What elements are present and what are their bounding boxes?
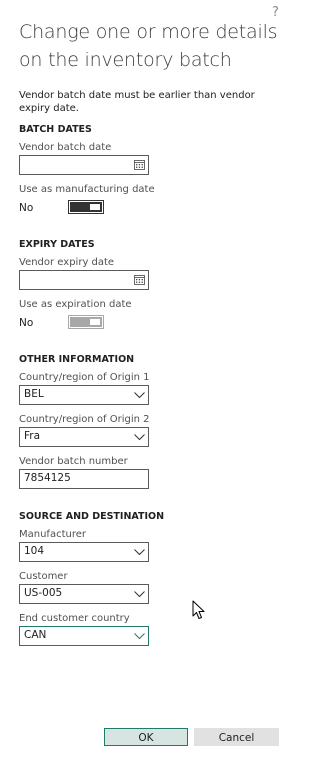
end-customer-country-value: CAN bbox=[24, 629, 47, 641]
section-other-information: OTHER INFORMATION bbox=[19, 354, 135, 365]
origin1-select[interactable]: BEL bbox=[19, 385, 149, 405]
use-as-expiration-toggle[interactable] bbox=[68, 315, 104, 329]
use-as-manufacturing-state: No bbox=[19, 202, 34, 214]
calendar-icon[interactable] bbox=[134, 274, 145, 285]
chevron-down-icon[interactable] bbox=[134, 391, 145, 399]
origin2-value: Fra bbox=[24, 430, 41, 442]
manufacturer-select[interactable]: 104 bbox=[19, 542, 149, 562]
origin1-value: BEL bbox=[24, 388, 44, 400]
chevron-down-icon[interactable] bbox=[134, 433, 145, 441]
section-expiry-dates: EXPIRY DATES bbox=[19, 239, 95, 250]
chevron-down-icon[interactable] bbox=[134, 632, 145, 640]
mouse-cursor-icon bbox=[192, 600, 205, 619]
section-batch-dates: BATCH DATES bbox=[19, 124, 92, 135]
toggle-thumb bbox=[70, 202, 102, 212]
ok-button[interactable]: OK bbox=[104, 728, 188, 746]
vendor-expiry-date-field[interactable] bbox=[19, 270, 149, 290]
vendor-batch-number-field[interactable]: 7854125 bbox=[19, 469, 149, 489]
use-as-expiration-state: No bbox=[19, 317, 34, 329]
customer-label: Customer bbox=[19, 571, 68, 582]
origin2-label: Country/region of Origin 2 bbox=[19, 414, 150, 425]
use-as-expiration-label: Use as expiration date bbox=[19, 299, 132, 310]
use-as-manufacturing-toggle[interactable] bbox=[68, 200, 104, 214]
origin1-label: Country/region of Origin 1 bbox=[19, 372, 150, 383]
origin2-select[interactable]: Fra bbox=[19, 427, 149, 447]
chevron-down-icon[interactable] bbox=[134, 590, 145, 598]
section-source-destination: SOURCE AND DESTINATION bbox=[19, 511, 165, 522]
manufacturer-label: Manufacturer bbox=[19, 529, 86, 540]
vendor-batch-date-label: Vendor batch date bbox=[19, 142, 112, 153]
end-customer-country-select[interactable]: CAN bbox=[19, 626, 149, 646]
cancel-button[interactable]: Cancel bbox=[194, 728, 279, 746]
vendor-batch-date-field[interactable] bbox=[19, 155, 149, 175]
calendar-icon[interactable] bbox=[134, 159, 145, 170]
vendor-expiry-date-label: Vendor expiry date bbox=[19, 257, 115, 268]
end-customer-country-label: End customer country bbox=[19, 613, 130, 624]
vendor-batch-number-label: Vendor batch number bbox=[19, 456, 128, 467]
validation-message: Vendor batch date must be earlier than v… bbox=[19, 90, 255, 114]
vendor-batch-number-value: 7854125 bbox=[24, 472, 71, 484]
use-as-manufacturing-label: Use as manufacturing date bbox=[19, 184, 155, 195]
manufacturer-value: 104 bbox=[24, 545, 45, 557]
customer-select[interactable]: US-005 bbox=[19, 584, 149, 604]
customer-value: US-005 bbox=[24, 587, 63, 599]
toggle-thumb bbox=[70, 317, 102, 327]
dialog-title: Change one or more details on the invent… bbox=[19, 21, 278, 71]
chevron-down-icon[interactable] bbox=[134, 548, 145, 556]
